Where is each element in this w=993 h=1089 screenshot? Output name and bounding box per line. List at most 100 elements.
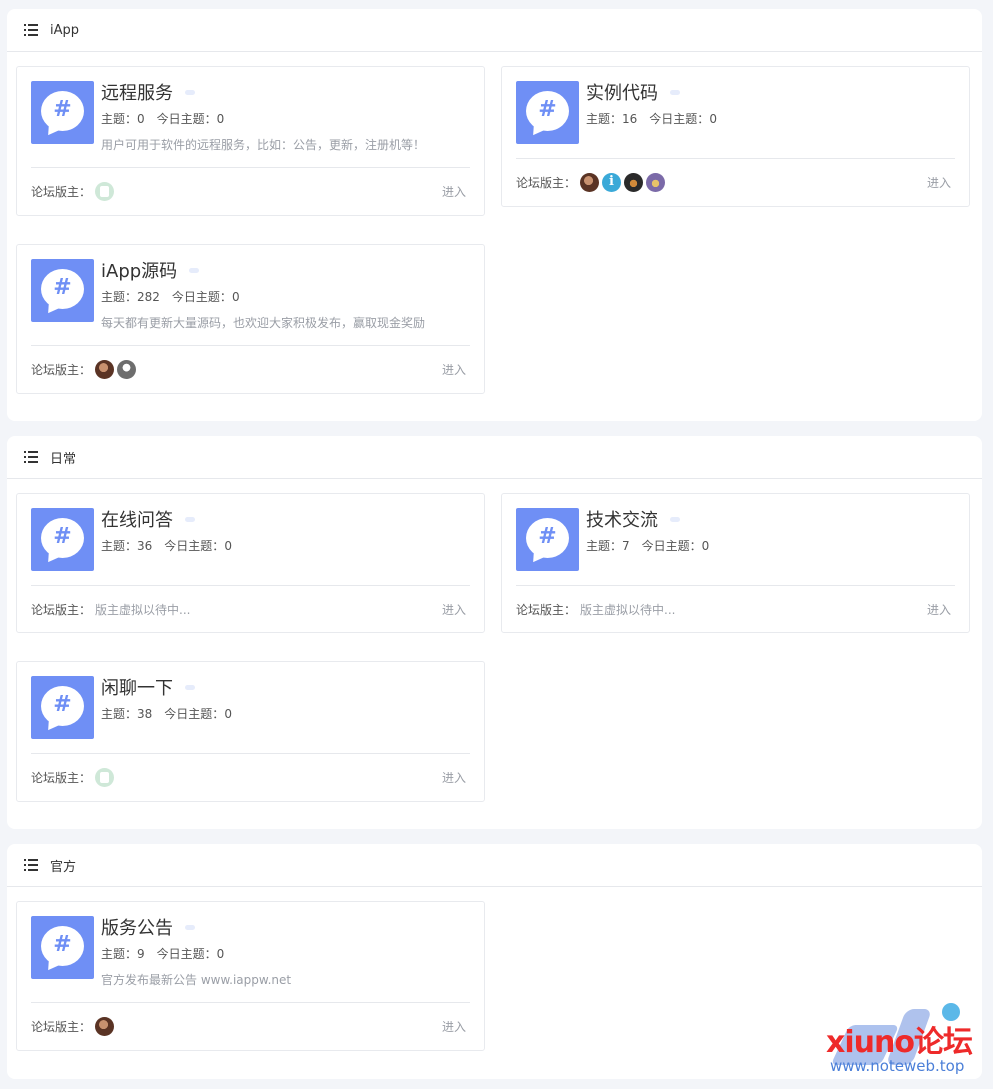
enter-link[interactable]: 进入 [442,361,466,378]
category-header: 日常 [7,436,982,479]
forum-icon: # [516,508,579,571]
forum-stats: 主题：7 今日主题：0 [586,539,710,553]
forum-card[interactable]: # 闲聊一下 主题：38 今日主题：0 论坛版主： 进入 [16,661,485,802]
divider [516,158,955,159]
forum-stats: 主题：38 今日主题：0 [101,707,232,721]
forum-card[interactable]: # 版务公告 主题：9 今日主题：0 官方发布最新公告 www.iappw.net… [16,901,485,1051]
forum-stats: 主题：16 今日主题：0 [586,112,717,126]
category-title: 官方 [50,859,77,875]
moderator-avatar[interactable] [95,181,115,201]
moderator-avatar[interactable] [117,359,137,379]
today-count: 0 [216,947,225,961]
forum-icon: # [31,676,94,739]
moderator-placeholder: 版主虚拟以待中... [580,602,676,617]
moderator-avatar[interactable] [95,359,115,379]
enter-link[interactable]: 进入 [927,601,951,618]
moderator-label: 论坛版主： [516,602,577,617]
category-title: 日常 [50,451,77,467]
forum-description: 官方发布最新公告 www.iappw.net [101,973,292,987]
category-header: iApp [7,9,982,52]
chat-bubble-icon: # [41,518,84,558]
today-count: 0 [231,290,240,304]
moderator-label: 论坛版主： [31,770,92,785]
moderator-label: 论坛版主： [31,362,92,377]
forum-title[interactable]: 技术交流 [586,506,658,532]
divider [31,585,470,586]
forum-card[interactable]: # 在线问答 主题：36 今日主题：0 论坛版主： 版主虚拟以待中... 进入 [16,493,485,633]
moderator-label: 论坛版主： [31,1019,92,1034]
forum-description: 每天都有更新大量源码，也欢迎大家积极发布，赢取现金奖励 [101,316,426,330]
list-icon [24,451,38,463]
forum-title[interactable]: 远程服务 [101,79,173,105]
divider [31,345,470,346]
category-section-daily: 日常 # 在线问答 主题：36 今日主题：0 论坛版主： 版主虚拟以待中... 进… [7,436,982,829]
watermark-url: www.noteweb.top [830,1057,965,1075]
today-count: 0 [216,112,225,126]
topic-count: 0 [137,112,145,126]
topic-count: 16 [622,112,638,126]
divider [516,585,955,586]
forum-title[interactable]: 实例代码 [586,79,658,105]
chat-bubble-icon: # [526,91,569,131]
today-count: 0 [709,112,717,126]
moderator-avatar[interactable] [580,172,600,192]
divider [31,167,470,168]
chat-bubble-icon: # [41,686,84,726]
enter-link[interactable]: 进入 [442,769,466,786]
badge-pill [670,89,680,95]
moderator-label: 论坛版主： [31,602,92,617]
forum-title[interactable]: 版务公告 [101,914,173,940]
forum-icon: # [516,81,579,144]
forum-stats: 主题：9 今日主题：0 [101,947,225,961]
forum-card[interactable]: # 技术交流 主题：7 今日主题：0 论坛版主： 版主虚拟以待中... 进入 [501,493,970,633]
enter-link[interactable]: 进入 [442,183,466,200]
today-count: 0 [701,539,710,553]
divider [31,1002,470,1003]
topic-count: 36 [137,539,153,553]
forum-card[interactable]: # 远程服务 主题：0 今日主题：0 用户可用于软件的远程服务，比如：公告，更新，… [16,66,485,216]
forum-title[interactable]: 闲聊一下 [101,674,173,700]
forum-icon: # [31,508,94,571]
moderator-avatar[interactable] [95,1016,115,1036]
moderator-avatar[interactable] [95,767,115,787]
moderator-label: 论坛版主： [31,184,92,199]
forum-title[interactable]: 在线问答 [101,506,173,532]
badge-pill [185,684,195,690]
badge-pill [670,516,680,522]
chat-bubble-icon: # [41,269,84,309]
chat-bubble-icon: # [41,926,84,966]
topic-count: 7 [622,539,630,553]
category-section-iapp: iApp # 远程服务 主题：0 今日主题：0 用户可用于软件的远程服务，比如：公… [7,9,982,421]
topic-count: 282 [137,290,160,304]
enter-link[interactable]: 进入 [442,1018,466,1035]
topic-count: 9 [137,947,145,961]
topic-count: 38 [137,707,153,721]
moderator-avatar[interactable] [646,172,666,192]
enter-link[interactable]: 进入 [927,174,951,191]
chat-bubble-icon: # [526,518,569,558]
chat-bubble-icon: # [41,91,84,131]
moderator-avatar[interactable] [602,172,622,192]
forum-title[interactable]: iApp源码 [101,257,177,283]
category-title: iApp [50,22,80,38]
forum-icon: # [31,259,94,322]
forum-stats: 主题：36 今日主题：0 [101,539,232,553]
enter-link[interactable]: 进入 [442,601,466,618]
badge-pill [185,516,195,522]
list-icon [24,859,38,871]
moderator-placeholder: 版主虚拟以待中... [95,602,191,617]
forum-card[interactable]: # iApp源码 主题：282 今日主题：0 每天都有更新大量源码，也欢迎大家积极… [16,244,485,394]
watermark-brand: xiuno论坛 [826,1025,973,1060]
badge-pill [185,924,195,930]
moderator-label: 论坛版主： [516,175,577,190]
forum-stats: 主题：0 今日主题：0 [101,112,225,126]
forum-card[interactable]: # 实例代码 主题：16今日主题：0 论坛版主： 进入 [501,66,970,207]
category-header: 官方 [7,844,982,887]
today-count: 0 [224,707,232,721]
forum-stats: 主题：282 今日主题：0 [101,290,240,304]
badge-pill [185,89,195,95]
forum-icon: # [31,916,94,979]
divider [31,753,470,754]
list-icon [24,24,38,36]
moderator-avatar[interactable] [624,172,644,192]
